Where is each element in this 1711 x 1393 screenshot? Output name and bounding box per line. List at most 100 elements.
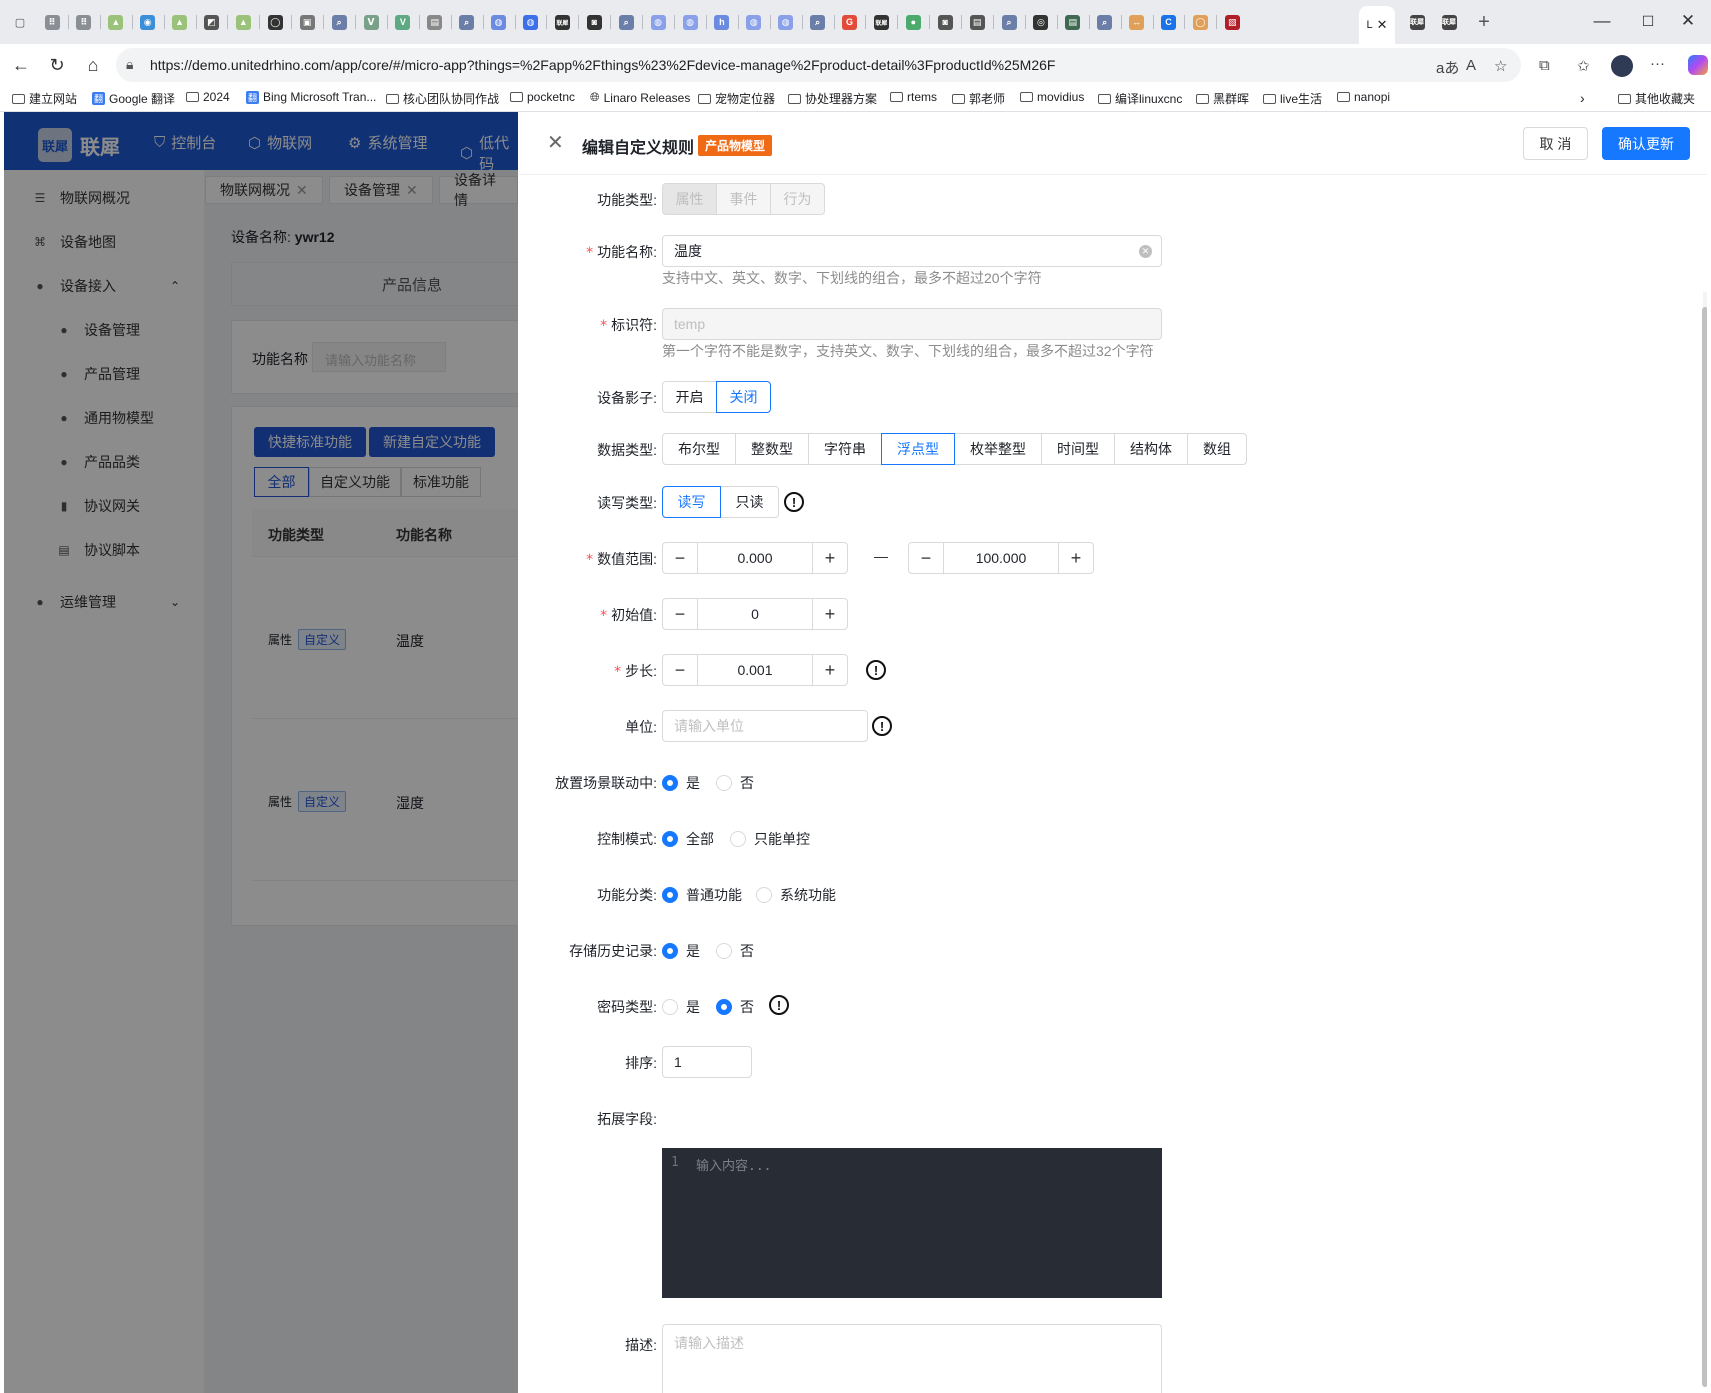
minimize-icon[interactable]: — (1579, 0, 1625, 42)
tab[interactable]: ⌕ (610, 6, 642, 38)
tab[interactable]: 联犀 (546, 6, 578, 38)
new-tab-button[interactable]: + (1468, 6, 1500, 38)
tab[interactable]: ◍ (642, 6, 674, 38)
bookmark-item[interactable]: 🌐︎ Linaro Releases (590, 90, 690, 105)
modal-mask[interactable] (4, 112, 518, 1393)
minus-icon[interactable]: − (909, 543, 943, 573)
clear-icon[interactable]: ✕ (1139, 245, 1152, 258)
tab[interactable]: ◍ (482, 6, 515, 38)
range-min-stepper[interactable]: − 0.000 + (662, 542, 848, 574)
shadow-on[interactable]: 开启 (662, 381, 717, 413)
tab[interactable]: ◎ (1024, 6, 1057, 38)
reload-icon[interactable]: ↻ (42, 50, 72, 80)
password-no-radio[interactable]: 否 (716, 997, 754, 1017)
tab-actions-icon[interactable]: ▢ (4, 6, 36, 38)
category-system-radio[interactable]: 系统功能 (756, 885, 836, 905)
data-type-float[interactable]: 浮点型 (881, 433, 955, 465)
range-min-value[interactable]: 0.000 (697, 543, 813, 573)
info-icon[interactable]: ! (866, 660, 886, 680)
tab[interactable]: ◯ (259, 6, 291, 38)
tab[interactable]: ⠿ (67, 6, 100, 38)
data-type-time[interactable]: 时间型 (1041, 433, 1115, 465)
data-type-array[interactable]: 数组 (1187, 433, 1247, 465)
bookmark-item[interactable]: pocketnc (510, 90, 575, 104)
history-no-radio[interactable]: 否 (716, 941, 754, 961)
close-window-icon[interactable]: ✕ (1665, 0, 1711, 42)
category-normal-radio[interactable]: 普通功能 (662, 885, 742, 905)
tab[interactable]: 联犀 (865, 6, 897, 38)
data-type-enum[interactable]: 枚举整型 (954, 433, 1042, 465)
copilot-icon[interactable] (1688, 55, 1708, 75)
tab[interactable]: ↔ (1120, 6, 1153, 38)
tab[interactable]: C (1152, 6, 1185, 38)
tab[interactable]: ⌕ (801, 6, 834, 38)
bookmark-item[interactable]: 编译linuxcnc (1098, 90, 1182, 107)
scene-no-radio[interactable]: 否 (716, 773, 754, 793)
tab[interactable]: ▣ (291, 6, 323, 38)
tab[interactable]: 联犀 (1433, 6, 1465, 38)
plus-icon[interactable]: + (813, 655, 847, 685)
rw-type-readwrite[interactable]: 读写 (662, 486, 721, 518)
ext-code-editor[interactable]: 1 输入内容... (662, 1148, 1162, 1298)
init-stepper[interactable]: − 0 + (662, 598, 848, 630)
info-icon[interactable]: ! (769, 995, 789, 1015)
func-type-event[interactable]: 事件 (716, 183, 771, 215)
url-text[interactable]: https://demo.unitedrhino.com/app/core/#/… (150, 57, 1055, 73)
tab[interactable]: ⌕ (1088, 6, 1121, 38)
back-icon[interactable]: ← (6, 50, 36, 80)
minus-icon[interactable]: − (663, 599, 697, 629)
tab[interactable]: ◉ (131, 6, 164, 38)
immersive-reader-icon[interactable]: A (1466, 57, 1476, 74)
read-aloud-icon[interactable]: aあ (1436, 57, 1459, 78)
home-icon[interactable]: ⌂ (78, 50, 108, 80)
tab[interactable]: ◙ (929, 6, 961, 38)
bookmark-item[interactable]: 黑群晖 (1196, 90, 1249, 107)
close-icon[interactable]: ✕ (547, 130, 564, 155)
step-value[interactable]: 0.001 (697, 655, 813, 685)
bookmark-item[interactable]: 核心团队协同作战 (386, 90, 499, 107)
tab[interactable]: ● (897, 6, 929, 38)
unit-input[interactable]: 请输入单位 (662, 710, 868, 742)
tab[interactable]: ◍ (769, 6, 802, 38)
tab[interactable]: h (705, 6, 738, 38)
minus-icon[interactable]: − (663, 543, 697, 573)
scene-yes-radio[interactable]: 是 (662, 773, 700, 793)
tab[interactable]: ⠿ (36, 6, 68, 38)
info-icon[interactable]: ! (872, 716, 892, 736)
minus-icon[interactable]: − (663, 655, 697, 685)
tab[interactable]: ▲ (163, 6, 196, 38)
tab[interactable]: ◩ (195, 6, 228, 38)
tab[interactable]: G (833, 6, 866, 38)
bookmark-item[interactable]: 翻 Bing Microsoft Tran... (246, 90, 376, 104)
tab[interactable]: ◍ (674, 6, 706, 38)
tab[interactable]: V (386, 6, 419, 38)
control-all-radio[interactable]: 全部 (662, 829, 714, 849)
tab[interactable]: ▧ (1216, 6, 1248, 38)
close-tab-icon[interactable]: ✕ (1377, 17, 1388, 33)
bookmark-item[interactable]: 宠物定位器 (698, 90, 775, 107)
bookmark-item[interactable]: 建立网站 (12, 90, 77, 107)
bookmark-item[interactable]: live生活 (1263, 90, 1322, 107)
info-icon[interactable]: ! (784, 492, 804, 512)
shadow-off[interactable]: 关闭 (716, 381, 771, 413)
init-value[interactable]: 0 (697, 599, 813, 629)
tab[interactable]: ◙ (578, 6, 610, 38)
bookmark-item[interactable]: 2024 (186, 90, 230, 104)
bookmark-item[interactable]: 翻 Google 翻译 (92, 90, 175, 107)
bookmark-item[interactable]: 郭老师 (952, 90, 1005, 107)
profile-avatar[interactable] (1611, 55, 1633, 77)
tab[interactable]: ◯ (1184, 6, 1216, 38)
tab[interactable]: ▤ (961, 6, 993, 38)
range-max-stepper[interactable]: − 100.000 + (908, 542, 1094, 574)
cancel-button[interactable]: 取 消 (1523, 127, 1588, 160)
other-bookmarks[interactable]: 其他收藏夹 (1618, 90, 1695, 107)
data-type-int[interactable]: 整数型 (735, 433, 809, 465)
tab[interactable]: 联犀 (1401, 6, 1433, 38)
chevron-right-icon[interactable]: › (1580, 90, 1585, 106)
identifier-input[interactable]: temp (662, 308, 1162, 340)
tab[interactable]: ◍ (514, 6, 547, 38)
active-tab[interactable]: L ✕ (1359, 6, 1395, 44)
favorites-icon[interactable]: ✩ (1577, 57, 1590, 75)
confirm-update-button[interactable]: 确认更新 (1602, 127, 1690, 160)
tab[interactable]: ▤ (418, 6, 451, 38)
